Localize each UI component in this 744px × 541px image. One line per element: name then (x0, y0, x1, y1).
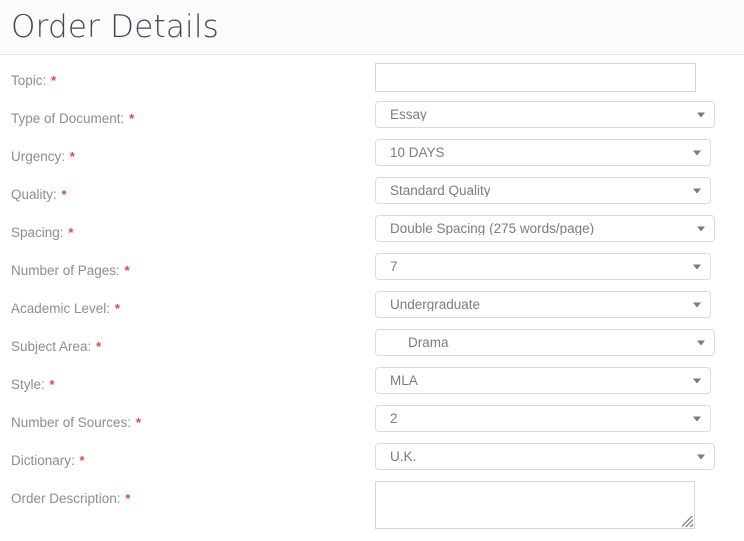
form-row-urgency: Urgency: * 10 DAYS (0, 139, 744, 177)
required-asterisk: * (135, 415, 141, 430)
required-asterisk: * (114, 301, 120, 316)
urgency-select[interactable]: 10 DAYS (375, 139, 711, 166)
subject-area-select[interactable]: Drama (375, 329, 715, 356)
chevron-down-icon[interactable] (693, 150, 701, 155)
chevron-down-icon[interactable] (693, 302, 701, 307)
dictionary-select[interactable]: U.K. (375, 443, 715, 470)
label-subject-area: Subject Area: * (11, 329, 375, 355)
label-text: Style: (11, 377, 45, 392)
field-topic (375, 63, 744, 92)
field-academic-level: Undergraduate (375, 291, 744, 318)
field-order-description (375, 481, 744, 529)
panel-header: Order Details (0, 0, 744, 55)
type-of-document-select[interactable]: Essay (375, 101, 715, 128)
form-row-dictionary: Dictionary: * U.K. (0, 443, 744, 481)
label-text: Topic: (11, 73, 47, 88)
field-style: MLA (375, 367, 744, 394)
chevron-down-icon[interactable] (697, 112, 705, 117)
required-asterisk: * (79, 453, 85, 468)
label-text: Order Description: (11, 491, 121, 506)
page-title: Order Details (11, 8, 220, 45)
chevron-down-icon[interactable] (693, 264, 701, 269)
field-spacing: Double Spacing (275 words/page) (375, 215, 744, 242)
required-asterisk: * (51, 73, 57, 88)
field-quality: Standard Quality (375, 177, 744, 204)
field-type-of-document: Essay (375, 101, 744, 128)
spacing-selected-value: Double Spacing (275 words/page) (390, 221, 595, 236)
subject-area-selected-value: Drama (408, 335, 449, 350)
label-text: Academic Level: (11, 301, 111, 316)
label-dictionary: Dictionary: * (11, 443, 375, 469)
label-text: Subject Area: (11, 339, 92, 354)
style-select[interactable]: MLA (375, 367, 711, 394)
label-urgency: Urgency: * (11, 139, 375, 165)
form-row-type-of-document: Type of Document: * Essay (0, 101, 744, 139)
type-of-document-selected-value: Essay (390, 107, 427, 122)
spacing-select[interactable]: Double Spacing (275 words/page) (375, 215, 715, 242)
label-text: Spacing: (11, 225, 64, 240)
label-text: Number of Sources: (11, 415, 132, 430)
order-details-form: Topic: * Type of Document: * Essay Urgency:… (0, 55, 744, 541)
style-selected-value: MLA (390, 373, 418, 388)
form-row-topic: Topic: * (0, 63, 744, 101)
label-academic-level: Academic Level: * (11, 291, 375, 317)
required-asterisk: * (125, 491, 131, 506)
form-row-number-of-pages: Number of Pages: * 7 (0, 253, 744, 291)
label-text: Urgency: (11, 149, 66, 164)
required-asterisk: * (129, 111, 135, 126)
field-subject-area: Drama (375, 329, 744, 356)
form-row-order-description: Order Description: * (0, 481, 744, 541)
academic-level-select[interactable]: Undergraduate (375, 291, 711, 318)
quality-select[interactable]: Standard Quality (375, 177, 711, 204)
form-row-number-of-sources: Number of Sources: * 2 (0, 405, 744, 443)
urgency-selected-value: 10 DAYS (390, 145, 445, 160)
required-asterisk: * (124, 263, 130, 278)
required-asterisk: * (96, 339, 102, 354)
quality-selected-value: Standard Quality (390, 183, 491, 198)
number-of-pages-select[interactable]: 7 (375, 253, 711, 280)
order-details-page: Order Details Topic: * Type of Document: … (0, 0, 744, 529)
label-quality: Quality: * (11, 177, 375, 203)
field-dictionary: U.K. (375, 443, 744, 470)
label-text: Type of Document: (11, 111, 125, 126)
form-row-academic-level: Academic Level: * Undergraduate (0, 291, 744, 329)
order-description-textarea[interactable] (375, 481, 695, 529)
label-text: Dictionary: (11, 453, 75, 468)
number-of-sources-selected-value: 2 (390, 411, 398, 426)
order-description-wrapper (375, 481, 695, 529)
label-style: Style: * (11, 367, 375, 393)
required-asterisk: * (49, 377, 55, 392)
form-row-subject-area: Subject Area: * Drama (0, 329, 744, 367)
form-row-spacing: Spacing: * Double Spacing (275 words/page… (0, 215, 744, 253)
label-text: Quality: (11, 187, 57, 202)
field-number-of-sources: 2 (375, 405, 744, 432)
number-of-sources-select[interactable]: 2 (375, 405, 711, 432)
label-topic: Topic: * (11, 63, 375, 89)
topic-input[interactable] (375, 63, 696, 92)
chevron-down-icon[interactable] (697, 454, 705, 459)
label-spacing: Spacing: * (11, 215, 375, 241)
label-order-description: Order Description: * (11, 481, 375, 507)
chevron-down-icon[interactable] (693, 378, 701, 383)
required-asterisk: * (68, 225, 74, 240)
academic-level-selected-value: Undergraduate (390, 297, 481, 312)
field-number-of-pages: 7 (375, 253, 744, 280)
label-number-of-pages: Number of Pages: * (11, 253, 375, 279)
number-of-pages-selected-value: 7 (390, 259, 398, 274)
label-type-of-document: Type of Document: * (11, 101, 375, 127)
chevron-down-icon[interactable] (693, 416, 701, 421)
form-row-style: Style: * MLA (0, 367, 744, 405)
required-asterisk: * (69, 149, 75, 164)
chevron-down-icon[interactable] (697, 226, 705, 231)
form-row-quality: Quality: * Standard Quality (0, 177, 744, 215)
chevron-down-icon[interactable] (697, 340, 705, 345)
field-urgency: 10 DAYS (375, 139, 744, 166)
required-asterisk: * (61, 187, 67, 202)
label-number-of-sources: Number of Sources: * (11, 405, 375, 431)
chevron-down-icon[interactable] (693, 188, 701, 193)
dictionary-selected-value: U.K. (390, 449, 417, 464)
label-text: Number of Pages: (11, 263, 120, 278)
